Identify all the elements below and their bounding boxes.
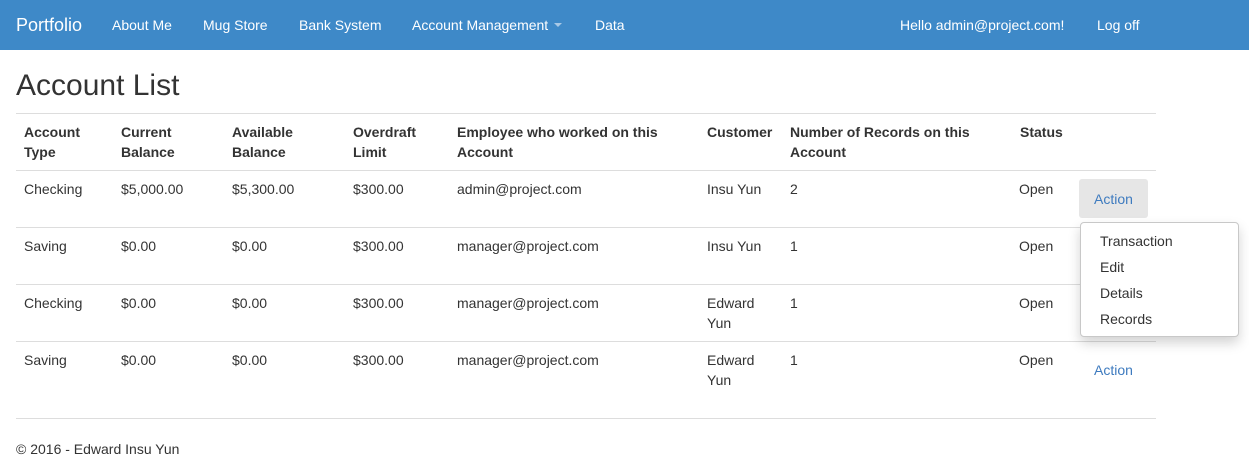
cell-account-type: Saving — [24, 238, 67, 254]
action-dropdown-menu: Transaction Edit Details Records — [1080, 222, 1239, 337]
customer-line: Yun — [707, 372, 732, 388]
cell-available-balance: $0.00 — [232, 295, 268, 311]
cell-records: 1 — [790, 352, 798, 368]
header-line: Number of Records on this — [790, 124, 970, 140]
user-greeting-link[interactable]: Hello admin@project.com! — [900, 16, 1064, 34]
brand-link[interactable]: Portfolio — [16, 14, 82, 36]
nav-mug-store[interactable]: Mug Store — [203, 16, 268, 34]
cell-account-type: Checking — [24, 295, 83, 311]
logoff-link[interactable]: Log off — [1097, 16, 1140, 34]
header-current-balance: Current Balance — [121, 122, 175, 162]
header-customer: Customer — [707, 122, 772, 142]
header-available-balance: Available Balance — [232, 122, 293, 162]
cell-customer: Insu Yun — [707, 236, 761, 256]
header-line: Account — [790, 144, 846, 160]
top-navbar: Portfolio About Me Mug Store Bank System… — [0, 0, 1249, 50]
footer-divider — [16, 418, 1156, 419]
cell-available-balance: $0.00 — [232, 352, 268, 368]
menu-item-details[interactable]: Details — [1100, 283, 1143, 303]
cell-customer: Edward Yun — [707, 350, 754, 390]
row-divider — [16, 341, 1156, 342]
row-divider — [16, 227, 1156, 228]
cell-overdraft-limit: $300.00 — [353, 238, 404, 254]
header-line: Status — [1020, 124, 1063, 140]
nav-bank-system[interactable]: Bank System — [299, 16, 381, 34]
row-divider — [16, 284, 1156, 285]
cell-customer: Insu Yun — [707, 179, 761, 199]
cell-current-balance: $0.00 — [121, 238, 157, 254]
header-line: Available — [232, 124, 293, 140]
cell-status: Open — [1019, 238, 1054, 254]
customer-line: Insu Yun — [707, 238, 762, 254]
cell-status: Open — [1019, 352, 1054, 368]
cell-employee: manager@project.com — [457, 238, 599, 254]
cell-current-balance: $5,000.00 — [121, 181, 184, 197]
cell-records: 1 — [790, 295, 798, 311]
menu-item-records[interactable]: Records — [1100, 309, 1152, 329]
header-line: Balance — [121, 144, 175, 160]
cell-overdraft-limit: $300.00 — [353, 295, 404, 311]
header-line: Customer — [707, 124, 773, 140]
cell-status: Open — [1019, 295, 1054, 311]
row-divider — [16, 170, 1156, 171]
header-line: Employee who worked on this — [457, 124, 658, 140]
cell-available-balance: $0.00 — [232, 238, 268, 254]
customer-line: Edward — [707, 295, 755, 311]
header-line: Type — [24, 144, 56, 160]
cell-customer: Edward Yun — [707, 293, 754, 333]
cell-overdraft-limit: $300.00 — [353, 181, 404, 197]
cell-current-balance: $0.00 — [121, 352, 157, 368]
cell-records: 1 — [790, 238, 798, 254]
cell-status: Open — [1019, 181, 1054, 197]
menu-item-edit[interactable]: Edit — [1100, 257, 1124, 277]
page-title: Account List — [16, 69, 180, 102]
header-account-type: Account Type — [24, 122, 80, 162]
cell-current-balance: $0.00 — [121, 295, 157, 311]
header-line: Balance — [232, 144, 286, 160]
cell-employee: admin@project.com — [457, 181, 582, 197]
action-button[interactable]: Action — [1079, 179, 1148, 218]
header-number-of-records: Number of Records on this Account — [790, 122, 970, 162]
cell-account-type: Checking — [24, 181, 83, 197]
header-line: Current — [121, 124, 172, 140]
header-line: Account — [24, 124, 80, 140]
header-employee: Employee who worked on this Account — [457, 122, 658, 162]
cell-employee: manager@project.com — [457, 295, 599, 311]
nav-account-management[interactable]: Account Management — [412, 16, 563, 34]
header-line: Account — [457, 144, 513, 160]
customer-line: Yun — [707, 315, 732, 331]
customer-line: Edward — [707, 352, 755, 368]
nav-about-me[interactable]: About Me — [112, 16, 172, 34]
cell-overdraft-limit: $300.00 — [353, 352, 404, 368]
cell-employee: manager@project.com — [457, 352, 599, 368]
cell-account-type: Saving — [24, 352, 67, 368]
footer-copyright: © 2016 - Edward Insu Yun — [16, 441, 180, 457]
customer-line: Insu Yun — [707, 181, 762, 197]
header-line: Overdraft — [353, 124, 417, 140]
cell-records: 2 — [790, 181, 798, 197]
menu-item-transaction[interactable]: Transaction — [1100, 231, 1173, 251]
header-overdraft-limit: Overdraft Limit — [353, 122, 416, 162]
header-status: Status — [1020, 122, 1063, 142]
cell-available-balance: $5,300.00 — [232, 181, 295, 197]
nav-data[interactable]: Data — [595, 16, 625, 34]
nav-account-management-label: Account Management — [412, 17, 549, 33]
table-top-divider — [16, 113, 1156, 114]
action-button[interactable]: Action — [1079, 350, 1148, 389]
caret-down-icon — [554, 23, 563, 28]
header-line: Limit — [353, 144, 387, 160]
